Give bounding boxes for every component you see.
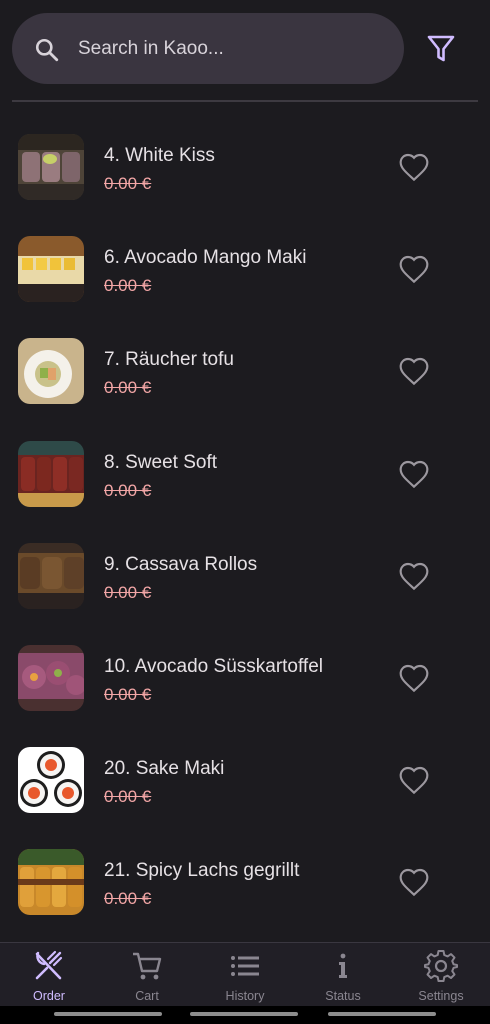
nav-label: History [225, 989, 265, 1003]
utensils-icon [35, 950, 63, 980]
item-thumbnail [18, 542, 84, 609]
item-thumbnail [18, 236, 84, 303]
nav-label: Order [33, 989, 65, 1003]
list-item[interactable]: 20. Sake Maki 0.00 € [0, 741, 490, 843]
item-price: 0.00 € [104, 378, 152, 398]
nav-settings[interactable]: Settings [392, 943, 490, 1006]
heart-icon[interactable] [398, 765, 430, 795]
heart-icon[interactable] [398, 663, 430, 693]
list-item[interactable]: 10. Avocado Süsskartoffel 0.00 € [0, 639, 490, 741]
item-price: 0.00 € [104, 889, 152, 909]
item-price: 0.00 € [104, 582, 152, 602]
heart-icon[interactable] [398, 459, 430, 489]
list-item[interactable]: 21. Spicy Lachs gegrillt 0.00 € [0, 843, 490, 945]
filter-icon [427, 35, 455, 62]
list-icon [231, 956, 259, 976]
item-price: 0.00 € [104, 480, 152, 500]
item-name: 9. Cassava Rollos [104, 553, 258, 575]
item-price: 0.00 € [104, 684, 152, 704]
nav-label: Status [325, 989, 361, 1003]
nav-history[interactable]: History [196, 943, 294, 1006]
heart-icon[interactable] [398, 561, 430, 591]
heart-icon[interactable] [398, 867, 430, 897]
heart-icon[interactable] [398, 254, 430, 284]
search-bar[interactable] [12, 13, 404, 84]
info-icon [339, 953, 347, 978]
item-thumbnail [18, 134, 84, 200]
bottom-navigation: Order Cart History Status Settings [0, 942, 490, 1006]
item-price: 0.00 € [104, 174, 152, 193]
heart-icon[interactable] [398, 356, 430, 386]
item-thumbnail [18, 644, 84, 711]
item-thumbnail [18, 338, 84, 405]
item-name: 21. Spicy Lachs gegrillt [104, 860, 300, 882]
item-name: 4. White Kiss [104, 145, 215, 166]
nav-status[interactable]: Status [294, 943, 392, 1006]
heart-icon[interactable] [398, 152, 430, 182]
item-name: 7. Räucher tofu [104, 349, 234, 371]
search-icon [35, 38, 59, 62]
item-price: 0.00 € [104, 787, 152, 807]
gesture-segment [190, 1012, 298, 1016]
nav-label: Cart [135, 989, 159, 1003]
list-item[interactable]: 9. Cassava Rollos 0.00 € [0, 537, 490, 639]
item-thumbnail [18, 849, 84, 916]
list-item[interactable]: 8. Sweet Soft 0.00 € [0, 435, 490, 537]
list-item[interactable]: 6. Avocado Mango Maki 0.00 € [0, 230, 490, 332]
item-name: 20. Sake Maki [104, 758, 225, 780]
filter-button[interactable] [420, 28, 462, 70]
item-thumbnail [18, 440, 84, 507]
nav-label: Settings [418, 989, 464, 1003]
nav-cart[interactable]: Cart [98, 943, 196, 1006]
gesture-segment [328, 1012, 436, 1016]
list-item[interactable]: 7. Räucher tofu 0.00 € [0, 332, 490, 434]
item-name: 10. Avocado Süsskartoffel [104, 655, 324, 677]
item-name: 8. Sweet Soft [104, 451, 218, 473]
gear-icon [424, 950, 458, 982]
item-name: 6. Avocado Mango Maki [104, 247, 307, 269]
menu-list: 4. White Kiss 0.00 € 6. Avocado Mango Ma… [0, 128, 490, 946]
gesture-segment [54, 1012, 162, 1016]
item-thumbnail [18, 747, 84, 814]
item-price: 0.00 € [104, 276, 152, 296]
nav-order[interactable]: Order [0, 943, 98, 1006]
cart-icon [133, 952, 162, 980]
search-input[interactable] [78, 31, 378, 67]
list-item[interactable]: 4. White Kiss 0.00 € [0, 128, 490, 230]
divider [12, 100, 478, 102]
system-gesture-bar [0, 1006, 490, 1024]
